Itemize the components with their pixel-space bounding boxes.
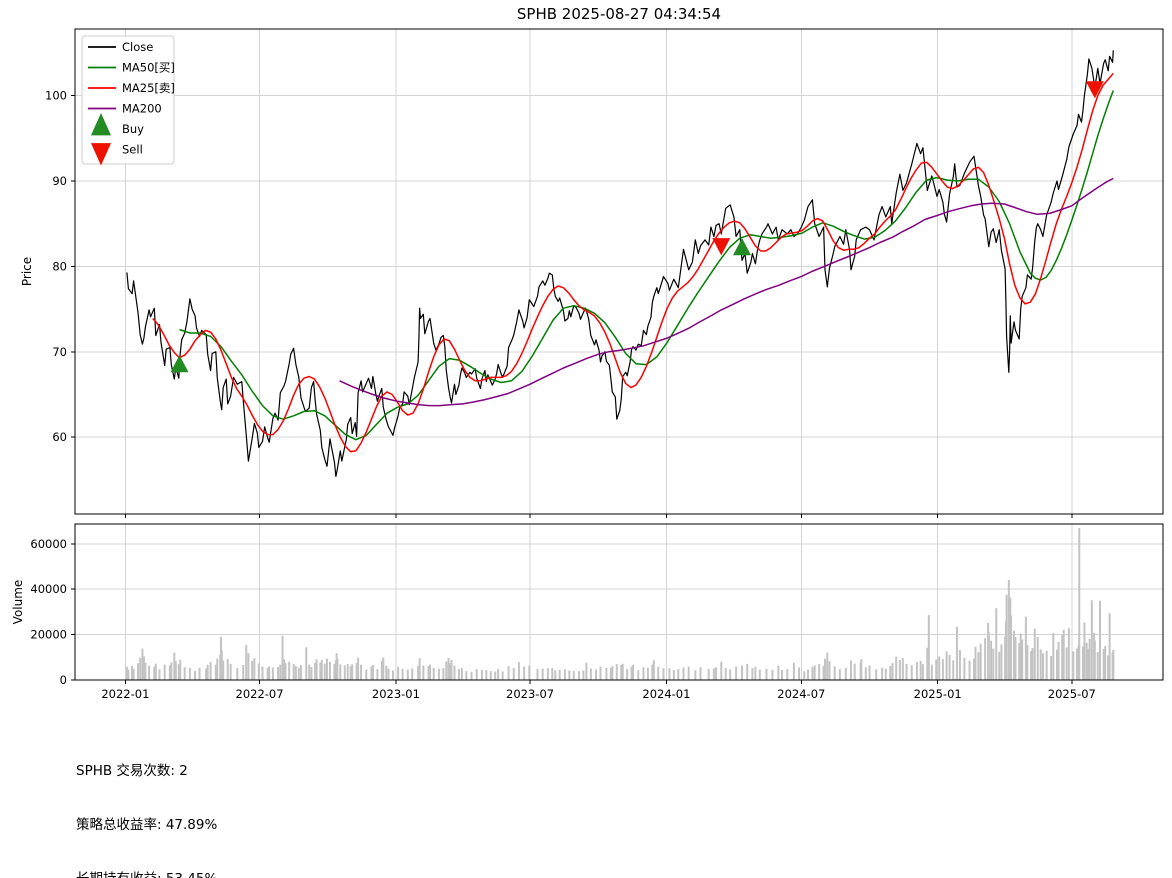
svg-text:2022-01: 2022-01 — [101, 687, 149, 701]
buy-marker-icon — [733, 238, 751, 255]
legend-label: MA200 — [122, 102, 162, 116]
sell-marker-icon — [712, 238, 730, 255]
price-axis-label: Price — [20, 257, 34, 286]
svg-text:2024-01: 2024-01 — [642, 687, 690, 701]
stock-strategy-figure: 60 70 80 90 100 0 20000 40000 60000 2022-01 2022-0… — [0, 0, 1172, 878]
tick-labels: 60 70 80 90 100 0 20000 40000 60000 2022-01 2022-0… — [30, 89, 1095, 701]
legend: Close MA50[买] MA25[卖] MA200 Buy Sell — [82, 36, 175, 166]
legend-label: MA25[卖] — [122, 81, 175, 95]
svg-text:20000: 20000 — [30, 628, 67, 642]
gridlines — [75, 29, 1163, 680]
trades-count-line: SPHB 交易次数: 2 — [76, 762, 529, 780]
svg-text:2025-01: 2025-01 — [914, 687, 962, 701]
stock-chart-svg: 60 70 80 90 100 0 20000 40000 60000 2022-01 2022-0… — [0, 0, 1172, 710]
svg-text:60: 60 — [52, 430, 67, 444]
svg-text:100: 100 — [45, 89, 67, 103]
legend-label: Close — [122, 40, 153, 54]
legend-label: MA50[买] — [122, 61, 175, 75]
axes — [71, 29, 1163, 684]
svg-text:90: 90 — [52, 174, 67, 188]
chart-title: SPHB 2025-08-27 04:34:54 — [517, 5, 721, 23]
series-ma25 — [153, 73, 1114, 451]
volume-axis-label: Volume — [11, 580, 25, 625]
legend-label: Buy — [122, 122, 144, 136]
svg-text:70: 70 — [52, 345, 67, 359]
hold-return-line: 长期持有收益: 53.45% — [76, 870, 529, 878]
svg-text:40000: 40000 — [30, 582, 67, 596]
svg-text:2023-01: 2023-01 — [372, 687, 420, 701]
svg-text:2022-07: 2022-07 — [236, 687, 284, 701]
svg-text:2025-07: 2025-07 — [1048, 687, 1096, 701]
summary-block: SPHB 交易次数: 2 策略总收益率: 47.89% 长期持有收益: 53.4… — [76, 726, 529, 878]
buy-marker-icon — [171, 355, 189, 372]
svg-text:0: 0 — [60, 673, 67, 687]
svg-text:60000: 60000 — [30, 537, 67, 551]
strategy-return-line: 策略总收益率: 47.89% — [76, 816, 529, 834]
legend-label: Sell — [122, 143, 143, 157]
svg-text:2023-07: 2023-07 — [506, 687, 554, 701]
svg-text:2024-07: 2024-07 — [777, 687, 825, 701]
trade-markers — [171, 81, 1104, 372]
volume-bars — [126, 528, 1114, 680]
series-close — [127, 50, 1113, 476]
svg-text:80: 80 — [52, 259, 67, 273]
